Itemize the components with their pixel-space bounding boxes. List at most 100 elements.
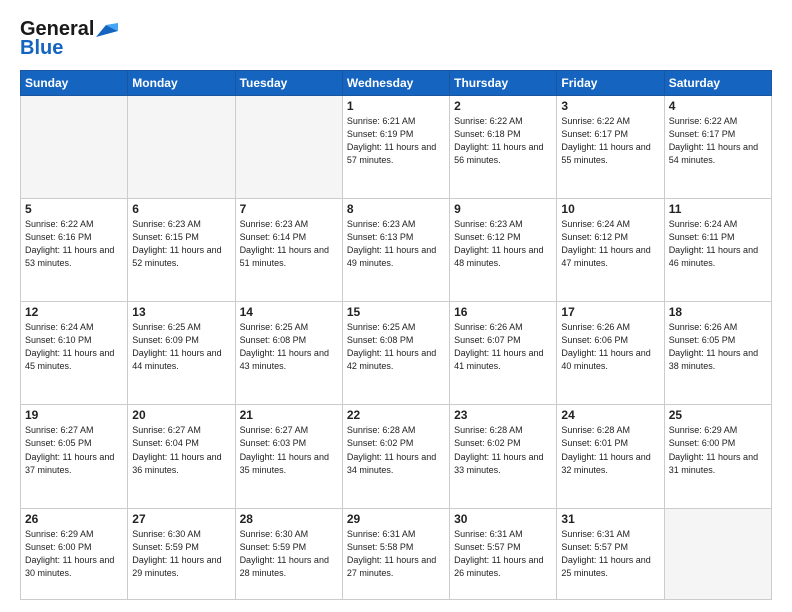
table-row — [21, 96, 128, 199]
day-number: 14 — [240, 305, 338, 319]
table-row: 9 Sunrise: 6:23 AMSunset: 6:12 PMDaylight… — [450, 199, 557, 302]
table-row: 24 Sunrise: 6:28 AMSunset: 6:01 PMDayligh… — [557, 405, 664, 508]
cell-info: Sunrise: 6:31 AMSunset: 5:58 PMDaylight:… — [347, 528, 445, 580]
logo-blue: Blue — [20, 37, 63, 60]
day-number: 3 — [561, 99, 659, 113]
day-number: 17 — [561, 305, 659, 319]
table-row: 31 Sunrise: 6:31 AMSunset: 5:57 PMDayligh… — [557, 508, 664, 599]
table-row: 21Sunrise: 6:27 AMSunset: 6:03 PMDayligh… — [235, 405, 342, 508]
day-number: 27 — [132, 512, 230, 526]
cell-info: Sunrise: 6:26 AMSunset: 6:05 PMDaylight:… — [669, 321, 767, 373]
table-row — [128, 96, 235, 199]
day-number: 12 — [25, 305, 123, 319]
day-number: 22 — [347, 408, 445, 422]
table-row: 5 Sunrise: 6:22 AMSunset: 6:16 PMDaylight… — [21, 199, 128, 302]
day-number: 2 — [454, 99, 552, 113]
calendar-week-row: 26 Sunrise: 6:29 AMSunset: 6:00 PMDayligh… — [21, 508, 772, 599]
table-row: 25 Sunrise: 6:29 AMSunset: 6:00 PMDayligh… — [664, 405, 771, 508]
cell-info: Sunrise: 6:23 AMSunset: 6:15 PMDaylight:… — [132, 218, 230, 270]
cell-info: Sunrise: 6:24 AMSunset: 6:12 PMDaylight:… — [561, 218, 659, 270]
day-number: 15 — [347, 305, 445, 319]
day-number: 11 — [669, 202, 767, 216]
day-number: 30 — [454, 512, 552, 526]
day-number: 9 — [454, 202, 552, 216]
table-row: 4 Sunrise: 6:22 AMSunset: 6:17 PMDaylight… — [664, 96, 771, 199]
day-number: 23 — [454, 408, 552, 422]
cell-info: Sunrise: 6:22 AMSunset: 6:16 PMDaylight:… — [25, 218, 123, 270]
cell-info: Sunrise: 6:31 AMSunset: 5:57 PMDaylight:… — [454, 528, 552, 580]
table-row: 19 Sunrise: 6:27 AMSunset: 6:05 PMDayligh… — [21, 405, 128, 508]
day-number: 21 — [240, 408, 338, 422]
day-number: 6 — [132, 202, 230, 216]
day-number: 25 — [669, 408, 767, 422]
day-number: 4 — [669, 99, 767, 113]
col-header-sunday: Sunday — [21, 71, 128, 96]
day-number: 18 — [669, 305, 767, 319]
table-row: 26 Sunrise: 6:29 AMSunset: 6:00 PMDayligh… — [21, 508, 128, 599]
cell-info: Sunrise: 6:31 AMSunset: 5:57 PMDaylight:… — [561, 528, 659, 580]
table-row: 14 Sunrise: 6:25 AMSunset: 6:08 PMDayligh… — [235, 302, 342, 405]
table-row: 22Sunrise: 6:28 AMSunset: 6:02 PMDayligh… — [342, 405, 449, 508]
table-row: 13Sunrise: 6:25 AMSunset: 6:09 PMDayligh… — [128, 302, 235, 405]
calendar-header-row: SundayMondayTuesdayWednesdayThursdayFrid… — [21, 71, 772, 96]
table-row: 28 Sunrise: 6:30 AMSunset: 5:59 PMDayligh… — [235, 508, 342, 599]
col-header-monday: Monday — [128, 71, 235, 96]
day-number: 16 — [454, 305, 552, 319]
cell-info: Sunrise: 6:28 AMSunset: 6:01 PMDaylight:… — [561, 424, 659, 476]
table-row: 2 Sunrise: 6:22 AMSunset: 6:18 PMDaylight… — [450, 96, 557, 199]
logo-icon — [96, 23, 118, 39]
table-row: 20Sunrise: 6:27 AMSunset: 6:04 PMDayligh… — [128, 405, 235, 508]
table-row: 30 Sunrise: 6:31 AMSunset: 5:57 PMDayligh… — [450, 508, 557, 599]
page: General Blue SundayMondayTuesdayWednesda… — [0, 0, 792, 612]
cell-info: Sunrise: 6:23 AMSunset: 6:14 PMDaylight:… — [240, 218, 338, 270]
calendar-week-row: 12 Sunrise: 6:24 AMSunset: 6:10 PMDayligh… — [21, 302, 772, 405]
col-header-friday: Friday — [557, 71, 664, 96]
cell-info: Sunrise: 6:29 AMSunset: 6:00 PMDaylight:… — [25, 528, 123, 580]
day-number: 19 — [25, 408, 123, 422]
cell-info: Sunrise: 6:24 AMSunset: 6:10 PMDaylight:… — [25, 321, 123, 373]
logo: General Blue — [20, 18, 118, 60]
table-row — [235, 96, 342, 199]
table-row: 16Sunrise: 6:26 AMSunset: 6:07 PMDayligh… — [450, 302, 557, 405]
calendar-week-row: 1 Sunrise: 6:21 AMSunset: 6:19 PMDaylight… — [21, 96, 772, 199]
day-number: 28 — [240, 512, 338, 526]
col-header-saturday: Saturday — [664, 71, 771, 96]
header: General Blue — [20, 18, 772, 60]
day-number: 13 — [132, 305, 230, 319]
cell-info: Sunrise: 6:30 AMSunset: 5:59 PMDaylight:… — [240, 528, 338, 580]
cell-info: Sunrise: 6:25 AMSunset: 6:08 PMDaylight:… — [347, 321, 445, 373]
col-header-wednesday: Wednesday — [342, 71, 449, 96]
table-row: 10 Sunrise: 6:24 AMSunset: 6:12 PMDayligh… — [557, 199, 664, 302]
day-number: 1 — [347, 99, 445, 113]
col-header-tuesday: Tuesday — [235, 71, 342, 96]
day-number: 7 — [240, 202, 338, 216]
cell-info: Sunrise: 6:24 AMSunset: 6:11 PMDaylight:… — [669, 218, 767, 270]
cell-info: Sunrise: 6:22 AMSunset: 6:18 PMDaylight:… — [454, 115, 552, 167]
cell-info: Sunrise: 6:21 AMSunset: 6:19 PMDaylight:… — [347, 115, 445, 167]
cell-info: Sunrise: 6:27 AMSunset: 6:05 PMDaylight:… — [25, 424, 123, 476]
table-row: 17Sunrise: 6:26 AMSunset: 6:06 PMDayligh… — [557, 302, 664, 405]
table-row: 11 Sunrise: 6:24 AMSunset: 6:11 PMDayligh… — [664, 199, 771, 302]
calendar-table: SundayMondayTuesdayWednesdayThursdayFrid… — [20, 70, 772, 600]
day-number: 26 — [25, 512, 123, 526]
table-row: 8 Sunrise: 6:23 AMSunset: 6:13 PMDaylight… — [342, 199, 449, 302]
day-number: 5 — [25, 202, 123, 216]
calendar-week-row: 19 Sunrise: 6:27 AMSunset: 6:05 PMDayligh… — [21, 405, 772, 508]
cell-info: Sunrise: 6:23 AMSunset: 6:13 PMDaylight:… — [347, 218, 445, 270]
day-number: 10 — [561, 202, 659, 216]
cell-info: Sunrise: 6:28 AMSunset: 6:02 PMDaylight:… — [454, 424, 552, 476]
table-row: 23 Sunrise: 6:28 AMSunset: 6:02 PMDayligh… — [450, 405, 557, 508]
day-number: 24 — [561, 408, 659, 422]
table-row: 27Sunrise: 6:30 AMSunset: 5:59 PMDayligh… — [128, 508, 235, 599]
table-row: 3Sunrise: 6:22 AMSunset: 6:17 PMDaylight… — [557, 96, 664, 199]
table-row: 1 Sunrise: 6:21 AMSunset: 6:19 PMDaylight… — [342, 96, 449, 199]
table-row: 6 Sunrise: 6:23 AMSunset: 6:15 PMDaylight… — [128, 199, 235, 302]
table-row: 15 Sunrise: 6:25 AMSunset: 6:08 PMDayligh… — [342, 302, 449, 405]
cell-info: Sunrise: 6:22 AMSunset: 6:17 PMDaylight:… — [669, 115, 767, 167]
cell-info: Sunrise: 6:25 AMSunset: 6:08 PMDaylight:… — [240, 321, 338, 373]
day-number: 29 — [347, 512, 445, 526]
day-number: 8 — [347, 202, 445, 216]
cell-info: Sunrise: 6:29 AMSunset: 6:00 PMDaylight:… — [669, 424, 767, 476]
cell-info: Sunrise: 6:23 AMSunset: 6:12 PMDaylight:… — [454, 218, 552, 270]
day-number: 31 — [561, 512, 659, 526]
